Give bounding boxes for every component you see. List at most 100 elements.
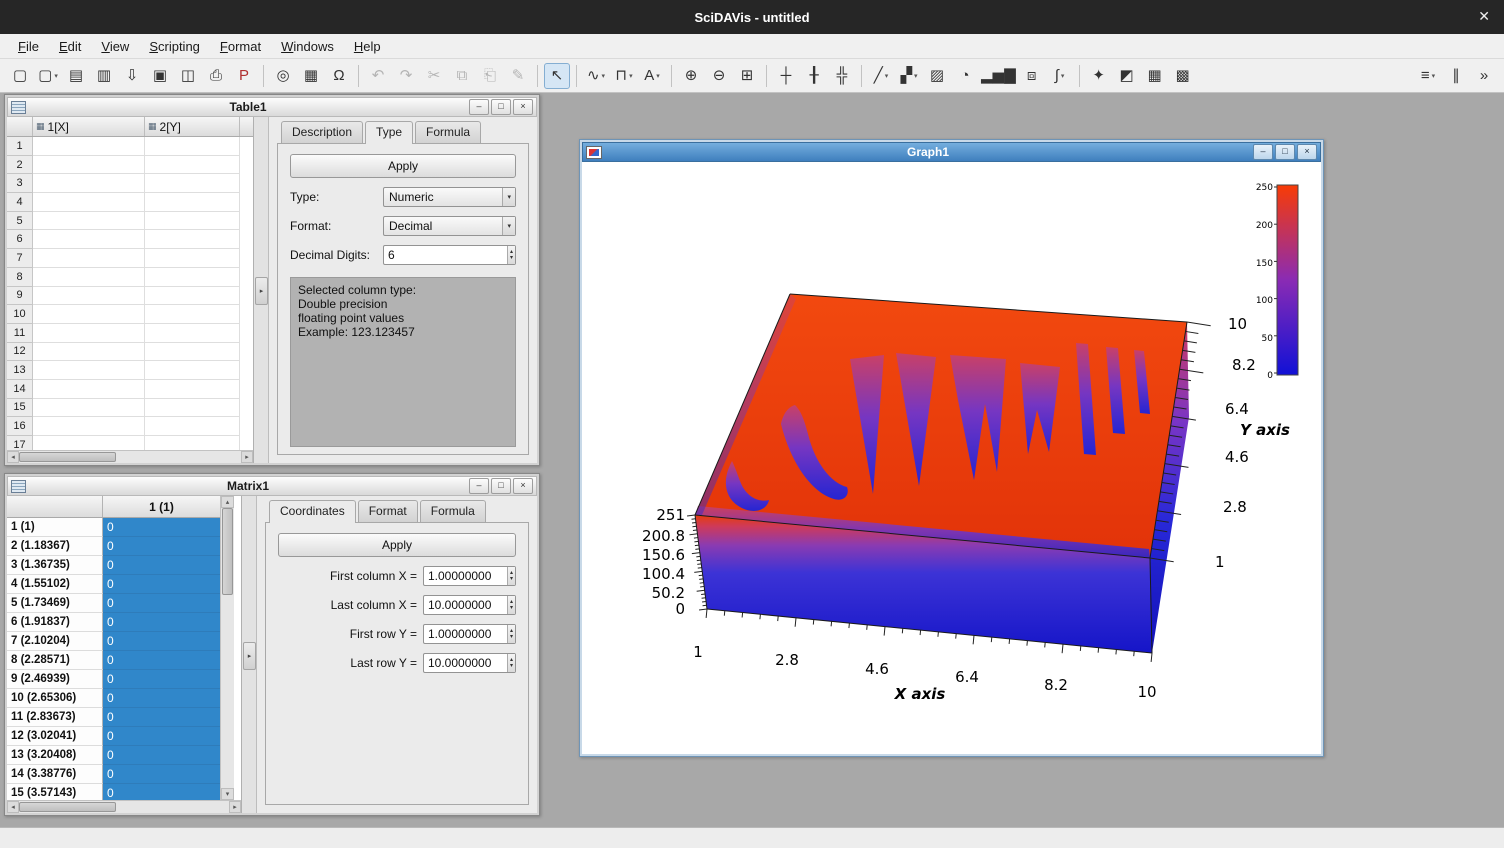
toolbar-screen-reader-icon[interactable]: ┼ — [773, 63, 799, 89]
scroll-right-icon[interactable]: ▸ — [241, 451, 253, 463]
table1-cell[interactable] — [33, 193, 145, 212]
matrix1-cell-selected[interactable]: 0 — [103, 765, 220, 784]
matrix1-cell-selected[interactable]: 0 — [103, 575, 220, 594]
toolbar-toolbar-overflow-icon[interactable]: » — [1471, 63, 1497, 89]
matrix1-cell-selected[interactable]: 0 — [103, 670, 220, 689]
graph1-titlebar[interactable]: Graph1 – □ × — [582, 142, 1321, 162]
toolbar-draw-line-icon[interactable]: ╱▾ — [868, 63, 894, 89]
matrix1-hscrollbar[interactable]: ◂ ▸ — [7, 800, 241, 813]
toolbar-data-reader-icon[interactable]: ╂ — [801, 63, 827, 89]
graph1-maximize-button[interactable]: □ — [1275, 144, 1295, 160]
splitter-arrow-icon[interactable]: ▸ — [255, 277, 268, 305]
toolbar-new-aspect-icon[interactable]: ▢▾ — [35, 63, 61, 89]
table1-cell[interactable] — [33, 343, 145, 362]
first-row-y-spinbox[interactable]: 1.00000000▴▾ — [423, 624, 516, 644]
table1-cell[interactable] — [145, 324, 240, 343]
table1-row-number[interactable]: 3 — [7, 174, 33, 193]
matrix1-row-header[interactable]: 6 (1.91837) — [7, 613, 103, 632]
toolbar-pointer-icon[interactable]: ↖ — [544, 63, 570, 89]
matrix1-row-header[interactable]: 13 (3.20408) — [7, 746, 103, 765]
toolbar-plot-steps-icon[interactable]: ⊓▾ — [611, 63, 637, 89]
type-combobox[interactable]: Numeric ▾ — [383, 187, 516, 207]
table1-cell[interactable] — [145, 417, 240, 436]
toolbar-table-rows-icon[interactable]: ≡▾ — [1415, 63, 1441, 89]
matrix1-minimize-button[interactable]: – — [469, 478, 489, 494]
table1-close-button[interactable]: × — [513, 99, 533, 115]
toolbar-import-ascii-icon[interactable]: ⇩ — [119, 63, 145, 89]
table1-row-number[interactable]: 13 — [7, 361, 33, 380]
table1-row-number[interactable]: 16 — [7, 417, 33, 436]
matrix1-cell-selected[interactable]: 0 — [103, 708, 220, 727]
table1-row-number[interactable]: 8 — [7, 268, 33, 287]
table1-row-number[interactable]: 12 — [7, 343, 33, 362]
toolbar-open-project-icon[interactable]: ▤ — [63, 63, 89, 89]
table1-column-header[interactable]: ▦2[Y] — [145, 117, 240, 136]
matrix1-row-header[interactable]: 14 (3.38776) — [7, 765, 103, 784]
menu-edit[interactable]: Edit — [49, 36, 91, 57]
last-row-y-spinbox[interactable]: 10.0000000▴▾ — [423, 653, 516, 673]
toolbar-add-function-icon[interactable]: ▞▾ — [896, 63, 922, 89]
matrix1-row-header[interactable]: 3 (1.36735) — [7, 556, 103, 575]
matrix1-cell-selected[interactable]: 0 — [103, 784, 220, 800]
matrix1-row-header[interactable]: 12 (3.02041) — [7, 727, 103, 746]
table1-row-number[interactable]: 11 — [7, 324, 33, 343]
toolbar-zoom-out-icon[interactable]: ⊖ — [706, 63, 732, 89]
graph1-close-button[interactable]: × — [1297, 144, 1317, 160]
toolbar-results-log-icon[interactable]: ▦ — [298, 63, 324, 89]
matrix1-apply-button[interactable]: Apply — [278, 533, 516, 557]
toolbar-lock-toolbars-icon[interactable]: Ω — [326, 63, 352, 89]
table1-cell[interactable] — [145, 268, 240, 287]
spin-arrows-icon[interactable]: ▴▾ — [507, 596, 515, 614]
matrix1-cell-selected[interactable]: 0 — [103, 518, 220, 537]
table1-hscroll-handle[interactable] — [19, 452, 116, 462]
toolbar-select-range-icon[interactable]: ╬ — [829, 63, 855, 89]
toolbar-plot-lines-icon[interactable]: ∿▾ — [583, 63, 609, 89]
table1-cell[interactable] — [33, 417, 145, 436]
menu-file[interactable]: File — [8, 36, 49, 57]
table1-cell[interactable] — [33, 380, 145, 399]
table1-tab-type[interactable]: Type — [365, 121, 413, 144]
table1-cell[interactable] — [145, 399, 240, 418]
toolbar-fit-frame-icon[interactable]: ⊞ — [734, 63, 760, 89]
table1-grid[interactable]: ▦1[X]▦2[Y] 1234567891011121314151617 ◂ ▸ — [7, 117, 254, 463]
table1-cell[interactable] — [33, 249, 145, 268]
table1-apply-button[interactable]: Apply — [290, 154, 516, 178]
toolbar-plot-3d-surface-icon[interactable]: ◩ — [1114, 63, 1140, 89]
table1-cell[interactable] — [33, 305, 145, 324]
table1-minimize-button[interactable]: – — [469, 99, 489, 115]
matrix1-cell-selected[interactable]: 0 — [103, 651, 220, 670]
scroll-down-icon[interactable]: ▾ — [221, 788, 234, 800]
table1-column-header[interactable]: ▦1[X] — [33, 117, 145, 136]
graph1-minimize-button[interactable]: – — [1253, 144, 1273, 160]
matrix1-tab-coordinates[interactable]: Coordinates — [269, 500, 356, 523]
table1-tab-description[interactable]: Description — [281, 121, 363, 143]
toolbar-save-project-icon[interactable]: ▣ — [147, 63, 173, 89]
matrix1-tab-format[interactable]: Format — [358, 500, 418, 522]
matrix1-titlebar[interactable]: Matrix1 – □ × — [7, 476, 537, 496]
table1-cell[interactable] — [33, 287, 145, 306]
decimal-digits-spinbox[interactable]: 6 ▴▾ — [383, 245, 516, 265]
table1-cell[interactable] — [33, 230, 145, 249]
table1-maximize-button[interactable]: □ — [491, 99, 511, 115]
table1-row-number[interactable]: 7 — [7, 249, 33, 268]
toolbar-plot-layers-icon[interactable]: ⧈ — [1019, 63, 1045, 89]
table1-hscroll-track[interactable] — [116, 451, 241, 463]
matrix1-row-header[interactable]: 11 (2.83673) — [7, 708, 103, 727]
toolbar-export-pdf-icon[interactable]: P — [231, 63, 257, 89]
scroll-left-icon[interactable]: ◂ — [7, 451, 19, 463]
table1-cell[interactable] — [145, 174, 240, 193]
table1-cell[interactable] — [33, 137, 145, 156]
table1-row-number[interactable]: 15 — [7, 399, 33, 418]
table1-cell[interactable] — [145, 287, 240, 306]
table1-titlebar[interactable]: Table1 – □ × — [7, 97, 537, 117]
table1-row-number[interactable]: 6 — [7, 230, 33, 249]
matrix1-hscroll-handle[interactable] — [19, 802, 116, 812]
toolbar-zoom-in-icon[interactable]: ⊕ — [678, 63, 704, 89]
table1-hscrollbar[interactable]: ◂ ▸ — [7, 450, 253, 463]
matrix1-hscroll-track[interactable] — [116, 801, 229, 813]
matrix1-maximize-button[interactable]: □ — [491, 478, 511, 494]
matrix1-cell-selected[interactable]: 0 — [103, 556, 220, 575]
matrix1-row-header[interactable]: 10 (2.65306) — [7, 689, 103, 708]
table1-cell[interactable] — [33, 156, 145, 175]
toolbar-save-template-icon[interactable]: ◫ — [175, 63, 201, 89]
